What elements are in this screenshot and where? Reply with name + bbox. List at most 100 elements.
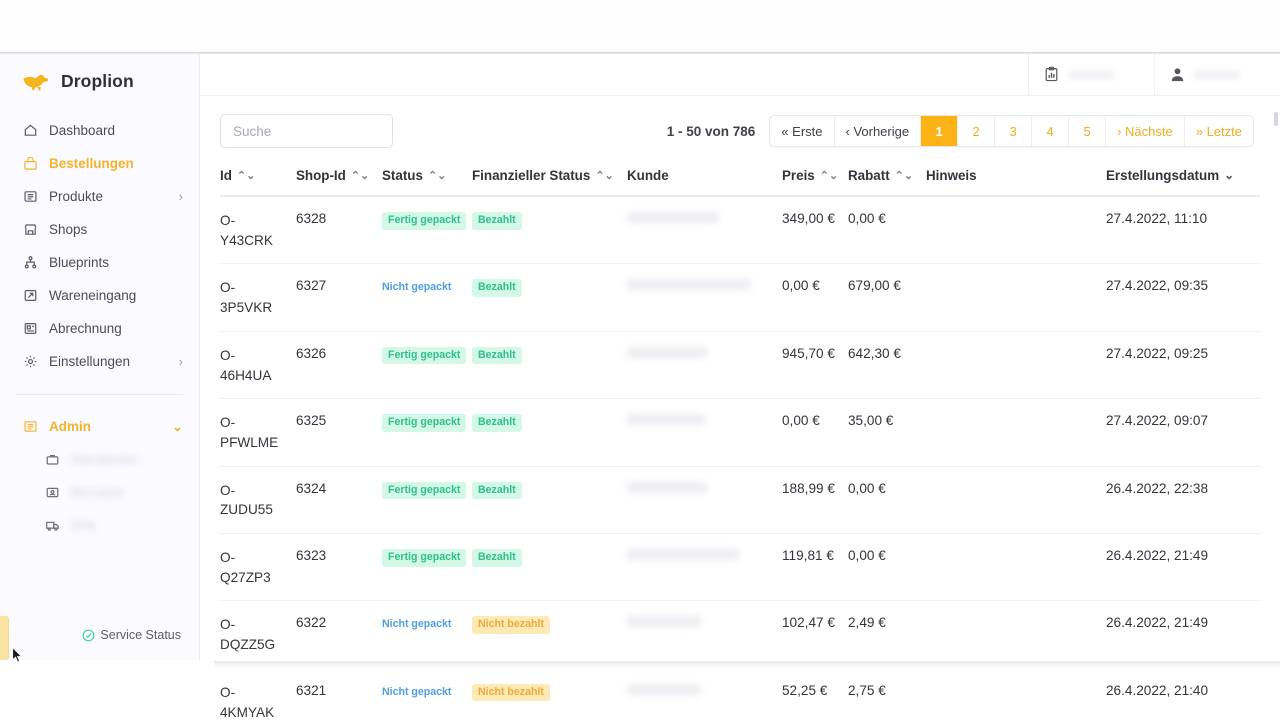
col-header-status[interactable]: Status ⌃⌄ bbox=[382, 162, 472, 197]
brand[interactable]: Droplion bbox=[0, 54, 199, 110]
col-label: Status bbox=[382, 168, 423, 183]
sidebar-item-label: Einstellungen bbox=[49, 354, 131, 369]
cell-preis: 945,70 € bbox=[782, 331, 848, 400]
sidebar-item-wareneingang[interactable]: Wareneingang bbox=[0, 279, 199, 312]
order-id: O- Y43CRK bbox=[220, 213, 273, 248]
sidebar-item-label: Admin bbox=[49, 419, 91, 434]
shop-id: 6321 bbox=[296, 682, 327, 698]
cell-preis: 188,99 € bbox=[782, 466, 848, 535]
col-header-rabatt[interactable]: Rabatt ⌃⌄ bbox=[848, 162, 926, 197]
service-status[interactable]: Service Status bbox=[0, 628, 199, 660]
cell-hinweis bbox=[926, 196, 1106, 265]
page-2-button[interactable]: 2 bbox=[958, 116, 996, 146]
sidebar-item-einstellungen[interactable]: Einstellungen › bbox=[0, 345, 199, 378]
table-row[interactable]: O- 4KMYAK 6321 Nicht gepackt Nicht bezahlt 52… bbox=[220, 668, 1260, 720]
cell-preis: 52,25 € bbox=[782, 668, 848, 720]
inbox-arrow-icon bbox=[22, 288, 38, 304]
sidebar-divider bbox=[16, 394, 183, 395]
sidebar-item-abrechnung[interactable]: Abrechnung bbox=[0, 312, 199, 345]
created-date: 27.4.2022, 11:10 bbox=[1106, 211, 1208, 226]
status-badge: Fertig gepackt bbox=[382, 481, 467, 500]
table-row[interactable]: O- ZUDU55 6324 Fertig gepackt Bezahlt 188,99 … bbox=[220, 466, 1260, 535]
clipboard-chart-icon bbox=[1045, 66, 1058, 82]
document-icon bbox=[22, 321, 38, 337]
col-header-erstellungsdatum[interactable]: Erstellungsdatum ⌄ bbox=[1106, 162, 1260, 197]
col-label: Preis bbox=[782, 168, 815, 183]
discount-value: 2,75 € bbox=[848, 682, 886, 698]
topbar-user-cell[interactable] bbox=[1154, 54, 1280, 95]
col-header-shop-id[interactable]: Shop-Id ⌃⌄ bbox=[296, 162, 382, 197]
cell-preis: 0,00 € bbox=[782, 263, 848, 332]
cell-shop-id: 6327 bbox=[296, 263, 382, 332]
shop-id: 6327 bbox=[296, 278, 327, 294]
price-value: 0,00 € bbox=[782, 413, 820, 429]
table-row[interactable]: O- PFWLME 6325 Fertig gepackt Bezahlt 0,00 € 3… bbox=[220, 398, 1260, 467]
order-id: O- ZUDU55 bbox=[220, 482, 273, 518]
sidebar-item-produkte[interactable]: Produkte › bbox=[0, 180, 199, 213]
page-1-button[interactable]: 1 bbox=[921, 116, 959, 146]
sidebar-item-label: Bestellungen bbox=[49, 156, 134, 171]
sidebar-item-dashboard[interactable]: Dashboard bbox=[0, 114, 199, 147]
order-id: O- PFWLME bbox=[220, 415, 279, 450]
mouse-cursor bbox=[12, 647, 23, 663]
created-date: 27.4.2022, 09:07 bbox=[1106, 413, 1209, 429]
cell-hinweis bbox=[926, 398, 1106, 467]
price-value: 349,00 € bbox=[782, 211, 835, 226]
check-circle-icon bbox=[83, 629, 95, 641]
sort-icon: ⌃⌄ bbox=[427, 170, 447, 182]
col-header-id[interactable]: Id ⌃⌄ bbox=[220, 162, 296, 197]
page-first-button[interactable]: « Erste bbox=[770, 116, 835, 146]
status-badge: Fertig gepackt bbox=[382, 549, 467, 567]
col-label: Id bbox=[220, 168, 232, 183]
sidebar-subitem-3[interactable]: DHL bbox=[0, 509, 199, 542]
col-header-preis[interactable]: Preis ⌃⌄ bbox=[782, 162, 848, 197]
table-row[interactable]: O- 46H4UA 6326 Fertig gepackt Bezahlt 945,70 … bbox=[220, 331, 1260, 400]
sidebar-item-bestellungen[interactable]: Bestellungen bbox=[0, 147, 199, 180]
scrollbar-thumb[interactable] bbox=[1274, 112, 1278, 126]
col-label: Finanzieller Status bbox=[472, 168, 591, 183]
col-label: Rabatt bbox=[848, 168, 890, 183]
discount-value: 0,00 € bbox=[848, 211, 886, 226]
search-input[interactable] bbox=[220, 114, 393, 148]
page-5-button[interactable]: 5 bbox=[1069, 116, 1107, 146]
table-row[interactable]: O- Q27ZP3 6323 Fertig gepackt Bezahlt 119,81 … bbox=[220, 533, 1260, 602]
discount-value: 0,00 € bbox=[848, 548, 886, 564]
col-header-finanzieller-status[interactable]: Finanzieller Status ⌃⌄ bbox=[472, 162, 627, 197]
cell-erstellungsdatum: 27.4.2022, 09:07 bbox=[1106, 398, 1260, 467]
status-badge: Fertig gepackt bbox=[382, 212, 467, 230]
financial-status-badge: Nicht bezahlt bbox=[472, 683, 550, 702]
price-value: 119,81 € bbox=[782, 548, 834, 564]
table-toolbar: 1 - 50 von 786 « Erste ‹ Vorherige 1 2 3… bbox=[200, 96, 1280, 162]
topbar-user-label bbox=[1194, 70, 1240, 79]
sidebar-item-label: Wareneingang bbox=[49, 288, 137, 303]
sidebar-subitem-2[interactable]: Benutzer bbox=[0, 476, 199, 509]
notification-sliver[interactable] bbox=[0, 616, 9, 660]
customer-name-redacted bbox=[627, 212, 719, 223]
page-3-button[interactable]: 3 bbox=[995, 116, 1033, 146]
cell-shop-id: 6326 bbox=[296, 331, 382, 400]
price-value: 102,47 € bbox=[782, 615, 835, 631]
sidebar-item-admin[interactable]: Admin ⌄ bbox=[0, 410, 199, 443]
cell-hinweis bbox=[926, 466, 1106, 535]
hierarchy-icon bbox=[22, 255, 38, 271]
browser-chrome-strip bbox=[0, 0, 1280, 52]
discount-value: 2,49 € bbox=[848, 615, 886, 631]
discount-value: 679,00 € bbox=[848, 278, 901, 294]
page-4-button[interactable]: 4 bbox=[1032, 116, 1070, 146]
sidebar-subitem-1[interactable]: Mandanten bbox=[0, 443, 199, 476]
page-next-button[interactable]: › Nächste bbox=[1106, 116, 1185, 146]
created-date: 26.4.2022, 22:38 bbox=[1106, 480, 1209, 496]
topbar-report-cell[interactable] bbox=[1028, 54, 1154, 95]
page-last-button[interactable]: » Letzte bbox=[1184, 116, 1253, 146]
page-prev-button[interactable]: ‹ Vorherige bbox=[834, 116, 922, 146]
sidebar-subitem-label: Mandanten bbox=[71, 452, 139, 467]
table-row[interactable]: O- 3P5VKR 6327 Nicht gepackt Bezahlt 0,00 € 67… bbox=[220, 263, 1260, 332]
storefront-icon bbox=[22, 222, 38, 238]
cell-status: Nicht gepackt bbox=[382, 668, 472, 720]
created-date: 26.4.2022, 21:49 bbox=[1106, 615, 1209, 631]
chevron-right-icon: › bbox=[178, 189, 183, 204]
sidebar-item-blueprints[interactable]: Blueprints bbox=[0, 246, 199, 279]
cell-rabatt: 642,30 € bbox=[848, 331, 926, 400]
sidebar-item-shops[interactable]: Shops bbox=[0, 213, 199, 246]
table-row[interactable]: O- Y43CRK 6328 Fertig gepackt Bezahlt 349,00 … bbox=[220, 196, 1260, 265]
